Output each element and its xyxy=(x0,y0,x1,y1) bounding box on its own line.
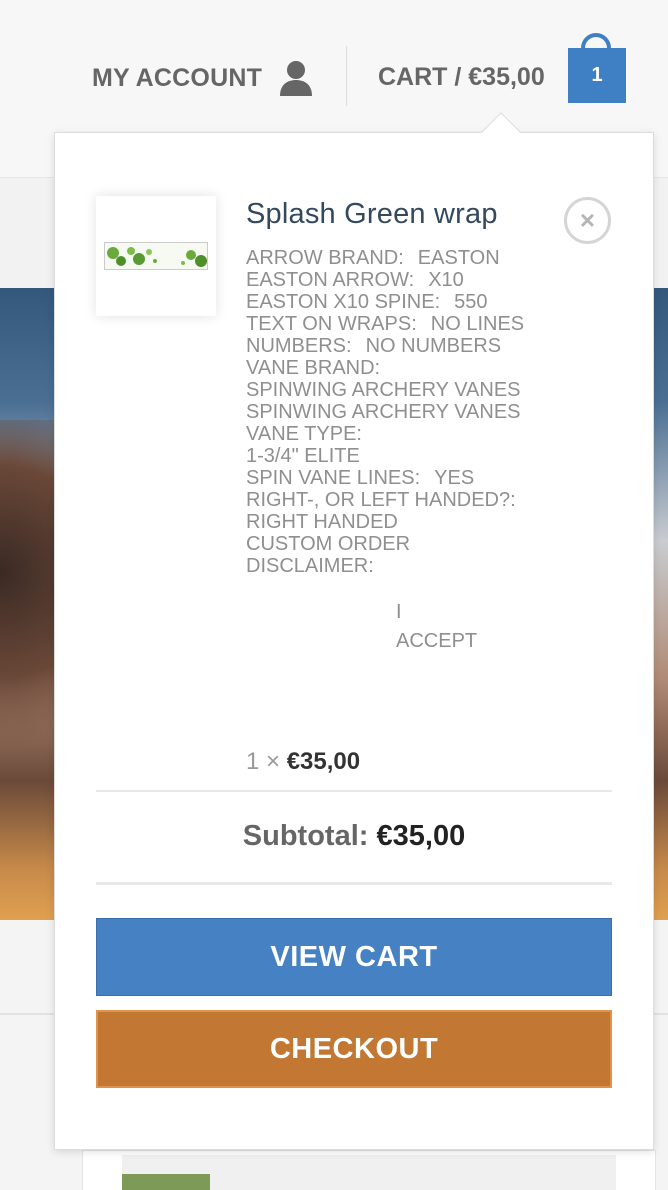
option-line: EASTON X10 SPINE: 550 xyxy=(246,291,488,313)
item-quantity-price: 1 × €35,00 xyxy=(246,748,360,776)
product-options-list: ARROW BRAND: EASTON EASTON ARROW: X10 EAST… xyxy=(246,247,566,577)
option-line: VANE TYPE: xyxy=(246,423,362,445)
user-icon xyxy=(280,61,313,96)
accept-line-1: I xyxy=(396,601,402,623)
divider xyxy=(96,882,612,885)
divider xyxy=(96,790,612,792)
checkout-button[interactable]: CHECKOUT xyxy=(96,1010,612,1088)
view-cart-button[interactable]: VIEW CART xyxy=(96,918,612,996)
hero-image-detail xyxy=(0,420,60,800)
accept-line-2: ACCEPT xyxy=(396,630,478,652)
cart-link[interactable]: CART / €35,00 xyxy=(378,63,545,92)
option-line: EASTON ARROW: X10 xyxy=(246,269,464,291)
option-line: SPINWING ARCHERY VANES xyxy=(246,379,521,401)
option-line: RIGHT HANDED xyxy=(246,511,398,533)
option-line: DISCLAIMER: xyxy=(246,555,374,577)
subtotal-label: Subtotal: xyxy=(242,820,369,852)
option-line: ARROW BRAND: EASTON xyxy=(246,247,500,269)
my-account-link[interactable]: MY ACCOUNT xyxy=(92,60,314,96)
option-line: RIGHT-, OR LEFT HANDED?: xyxy=(246,489,516,511)
option-line: VANE BRAND: xyxy=(246,357,381,379)
option-line: CUSTOM ORDER xyxy=(246,533,411,555)
subtotal: Subtotal: €35,00 xyxy=(96,820,612,853)
disclaimer-accept-text: I ACCEPT xyxy=(396,598,477,656)
option-line: 1-3/4" ELITE xyxy=(246,445,360,467)
option-line: NUMBERS: NO NUMBERS xyxy=(246,335,502,357)
splash-pattern-icon xyxy=(105,243,207,269)
header-divider xyxy=(346,46,347,106)
option-line: TEXT ON WRAPS: NO LINES xyxy=(246,313,525,335)
product-thumbnail[interactable] xyxy=(96,196,216,316)
cart-count-badge[interactable]: 1 xyxy=(568,48,626,103)
product-card-badge xyxy=(122,1174,210,1190)
option-line: SPIN VANE LINES: YES xyxy=(246,467,475,489)
my-account-label: MY ACCOUNT xyxy=(92,63,263,92)
item-quantity: 1 × xyxy=(246,748,281,775)
option-line: SPINWING ARCHERY VANES xyxy=(246,401,521,423)
remove-item-button[interactable]: × xyxy=(564,197,611,244)
wrap-image xyxy=(104,242,208,270)
product-title-link[interactable]: Splash Green wrap xyxy=(246,198,498,231)
item-price: €35,00 xyxy=(286,748,361,775)
subtotal-value: €35,00 xyxy=(376,820,466,852)
